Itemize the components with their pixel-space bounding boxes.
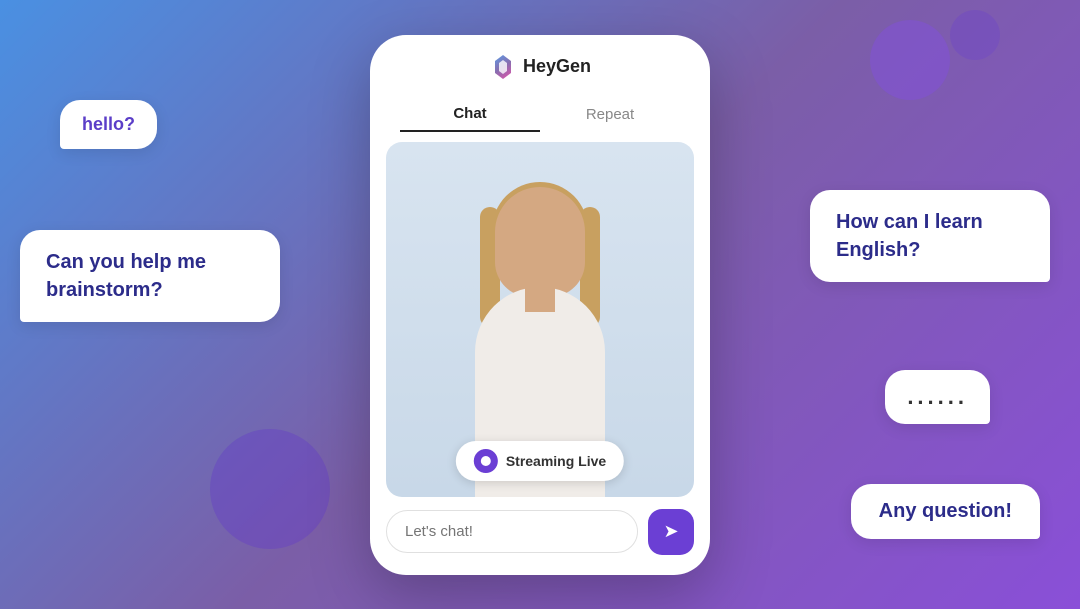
avatar-video-area: Streaming Live xyxy=(386,142,694,497)
bg-decoration-circle-1 xyxy=(210,429,330,549)
streaming-badge: Streaming Live xyxy=(456,441,624,481)
tab-chat[interactable]: Chat xyxy=(400,97,540,132)
app-name: HeyGen xyxy=(523,56,591,77)
avatar-head xyxy=(495,187,585,297)
phone-mockup: HeyGen Chat Repeat xyxy=(370,35,710,575)
chat-input[interactable] xyxy=(386,510,638,553)
streaming-label: Streaming Live xyxy=(506,453,606,469)
speech-bubble-question: Any question! xyxy=(851,484,1040,539)
bg-decoration-circle-3 xyxy=(950,10,1000,60)
streaming-ring xyxy=(474,449,498,473)
speech-bubble-dots: ...... xyxy=(885,370,990,424)
speech-bubble-hello: hello? xyxy=(60,100,157,149)
streaming-indicator xyxy=(474,449,498,473)
send-icon: ➤ xyxy=(663,521,678,542)
heygen-logo-icon xyxy=(489,53,517,81)
speech-bubble-brainstorm: Can you help me brainstorm? xyxy=(20,230,280,322)
bg-decoration-circle-2 xyxy=(870,20,950,100)
send-button[interactable]: ➤ xyxy=(648,509,694,555)
phone-header: HeyGen xyxy=(370,35,710,91)
speech-bubble-english: How can I learn English? xyxy=(810,190,1050,282)
avatar-neck xyxy=(525,287,555,312)
heygen-logo: HeyGen xyxy=(489,53,591,81)
tab-bar: Chat Repeat xyxy=(370,91,710,142)
chat-input-area: ➤ xyxy=(370,497,710,575)
tab-repeat[interactable]: Repeat xyxy=(540,98,680,131)
